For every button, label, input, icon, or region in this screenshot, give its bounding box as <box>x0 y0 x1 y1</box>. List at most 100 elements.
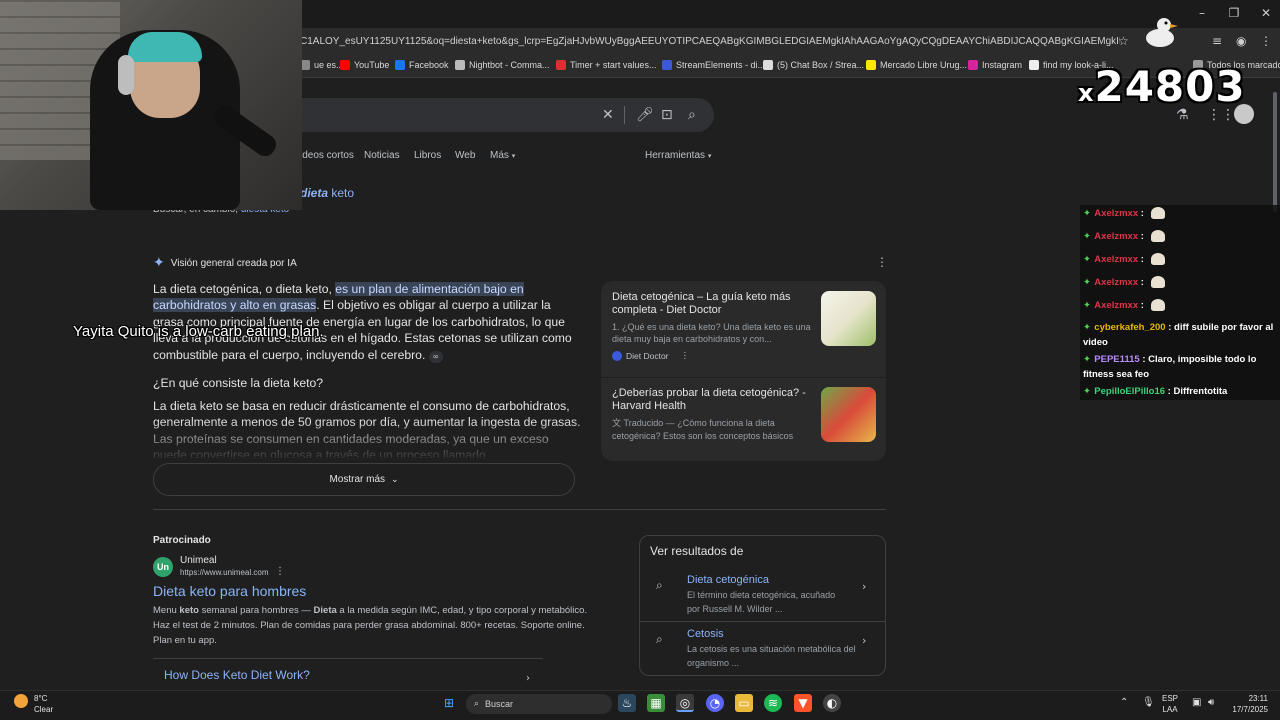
chevron-down-icon: ⌄ <box>391 474 399 485</box>
chat-username[interactable]: PepilloElPillo16 <box>1094 386 1165 397</box>
file-explorer-icon[interactable]: ▭ <box>735 694 753 712</box>
windows-start-icon[interactable]: ⊞ <box>440 694 458 712</box>
bookmark-item[interactable]: Facebook <box>395 60 449 70</box>
chat-username[interactable]: Axelzmxx <box>1094 208 1138 219</box>
close-window-button[interactable]: ✕ <box>1256 6 1276 20</box>
ai-overview-fade <box>150 420 590 462</box>
maximize-button[interactable]: ❐ <box>1224 6 1244 20</box>
ai-overview-menu-icon[interactable]: ⋮ <box>876 255 888 269</box>
obs-icon[interactable]: ◐ <box>823 694 841 712</box>
bookmark-favicon-icon <box>455 60 465 70</box>
url-field[interactable]: C1ALOY_esUY1125UY1125&oq=diesta+keto&gs_… <box>300 33 1120 51</box>
tab-libros[interactable]: Libros <box>414 150 441 161</box>
scrollbar-thumb[interactable] <box>1273 92 1277 212</box>
weather-desc: Clear <box>34 705 54 714</box>
chat-separator: : <box>1139 354 1149 365</box>
weather-widget[interactable]: 8°C Clear <box>34 693 53 715</box>
chat-username[interactable]: Axelzmxx <box>1094 277 1138 288</box>
chat-message: ✦ PEPE1115 : Claro, imposible todo lo fi… <box>1083 352 1278 382</box>
card-1-snippet: 1. ¿Qué es una dieta keto? Una dieta ket… <box>612 322 811 344</box>
spelling-correction[interactable]: dieta keto <box>300 186 354 200</box>
chat-username[interactable]: Axelzmxx <box>1094 254 1138 265</box>
card-2-snippet-text: Traducido — ¿Cómo funciona la dieta ceto… <box>612 418 794 441</box>
chevron-right-icon[interactable]: › <box>526 673 530 684</box>
spotify-icon[interactable]: ≋ <box>764 694 782 712</box>
browser-menu-icon[interactable]: ⋮ <box>1260 34 1272 48</box>
lens-search-icon[interactable]: ⊡ <box>661 107 673 123</box>
microphone-icon[interactable]: 🎙︎ <box>1142 697 1155 708</box>
discord-icon[interactable]: ◔ <box>706 694 724 712</box>
media-control-icon[interactable]: ≡ <box>1212 34 1222 48</box>
clock[interactable]: 23:11 17/7/2025 <box>1226 693 1268 715</box>
see-result-item-1[interactable]: ⌕ Dieta cetogénica El término dieta ceto… <box>650 574 880 616</box>
card-1-menu-icon[interactable]: ⋮ <box>681 351 690 361</box>
profile-avatar-icon[interactable]: ◉ <box>1236 34 1246 48</box>
voice-search-icon[interactable]: 🎤︎ <box>636 107 654 123</box>
bookmark-favicon-icon <box>556 60 566 70</box>
overlay-counter: x24803 <box>1078 62 1246 111</box>
chat-username[interactable]: cyberkafeh_200 <box>1094 322 1165 333</box>
chat-username[interactable]: Axelzmxx <box>1094 231 1138 242</box>
chat-badge-icon: ✦ <box>1083 300 1095 311</box>
network-icon[interactable]: ▣ <box>1192 697 1201 708</box>
bookmark-item[interactable]: Nightbot - Comma... <box>455 60 550 70</box>
steam-icon[interactable]: ♨ <box>618 694 636 712</box>
chat-separator: : <box>1138 300 1147 311</box>
volume-icon[interactable]: 🔊︎ <box>1208 697 1214 708</box>
bookmark-item[interactable]: StreamElements - di... <box>662 60 765 70</box>
weather-moon-icon[interactable] <box>14 694 28 708</box>
ad-menu-icon[interactable]: ⋮ <box>275 566 285 577</box>
chat-username[interactable]: Axelzmxx <box>1094 300 1138 311</box>
link-chip-icon[interactable]: ∞ <box>428 350 443 363</box>
chat-badge-icon: ✦ <box>1083 386 1095 397</box>
chat-emote-icon <box>1150 276 1165 289</box>
taskbar-search-label: Buscar <box>485 699 514 709</box>
tray-chevron-icon[interactable]: ⌃ <box>1120 697 1128 708</box>
chat-separator: : <box>1138 254 1147 265</box>
chat-message: ✦ PepilloElPillo16 : Diffrentotita <box>1083 384 1278 399</box>
clear-search-icon[interactable]: ✕ <box>602 107 614 123</box>
bookmark-item[interactable]: Mercado Libre Urug... <box>866 60 967 70</box>
ad-desc-b1: keto <box>179 605 199 616</box>
see-result-item-2[interactable]: ⌕ Cetosis La cetosis es una situación me… <box>650 628 880 670</box>
source-card-1[interactable]: Dieta cetogénica – La guía keto más comp… <box>612 291 812 361</box>
show-more-button[interactable]: Mostrar más ⌄ <box>153 463 575 496</box>
chat-emote-icon <box>1150 207 1165 220</box>
tab-noticias[interactable]: Noticias <box>364 150 400 161</box>
bookmark-star-icon[interactable]: ☆ <box>1118 34 1129 48</box>
minimize-button[interactable]: – <box>1192 6 1212 20</box>
see-results-divider <box>640 621 885 622</box>
sponsored-label: Patrocinado <box>153 535 211 546</box>
search-icon[interactable]: ⌕ <box>688 107 696 123</box>
source-card-2[interactable]: ¿Deberías probar la dieta cetogénica? - … <box>612 387 812 442</box>
taskbar-search[interactable]: ⌕ Buscar <box>466 694 612 714</box>
clock-time: 23:11 <box>1248 694 1268 703</box>
chat-separator: : <box>1138 277 1147 288</box>
bookmark-item[interactable]: (5) Chat Box / Strea... <box>763 60 864 70</box>
chat-badge-icon: ✦ <box>1083 322 1095 333</box>
chat-badge-icon: ✦ <box>1083 354 1095 365</box>
tools-button[interactable]: Herramientas ▾ <box>645 150 711 161</box>
ad-site-name[interactable]: Unimeal <box>180 555 217 566</box>
ad-title-link[interactable]: Dieta keto para hombres <box>153 583 306 599</box>
minecraft-icon[interactable]: ▦ <box>647 694 665 712</box>
tab-videos-cortos[interactable]: ideos cortos <box>300 150 354 161</box>
bookmark-item[interactable]: Timer + start values... <box>556 60 656 70</box>
tab-mas[interactable]: Más ▾ <box>490 150 515 161</box>
tab-web[interactable]: Web <box>455 150 475 161</box>
bookmark-item[interactable]: Instagram <box>968 60 1022 70</box>
see-results-title: Ver resultados de <box>650 544 744 558</box>
bookmark-favicon-icon <box>866 60 876 70</box>
brave-icon[interactable]: ▼ <box>794 694 812 712</box>
bookmark-favicon-icon <box>395 60 405 70</box>
bookmark-favicon-icon <box>763 60 773 70</box>
see-result-1-desc: El término dieta cetogénica, acuñado por… <box>687 590 836 614</box>
chat-username[interactable]: PEPE1115 <box>1094 354 1139 365</box>
bookmark-item[interactable]: YouTube <box>340 60 389 70</box>
translate-icon: 文 <box>612 419 622 429</box>
ad-sitelink[interactable]: How Does Keto Diet Work? <box>164 668 310 682</box>
bookmark-item[interactable]: ue es... <box>300 60 344 70</box>
ad-url[interactable]: https://www.unimeal.com <box>180 568 268 577</box>
chrome-icon[interactable]: ◎ <box>676 694 694 712</box>
language-indicator[interactable]: ESP LAA <box>1162 693 1178 715</box>
